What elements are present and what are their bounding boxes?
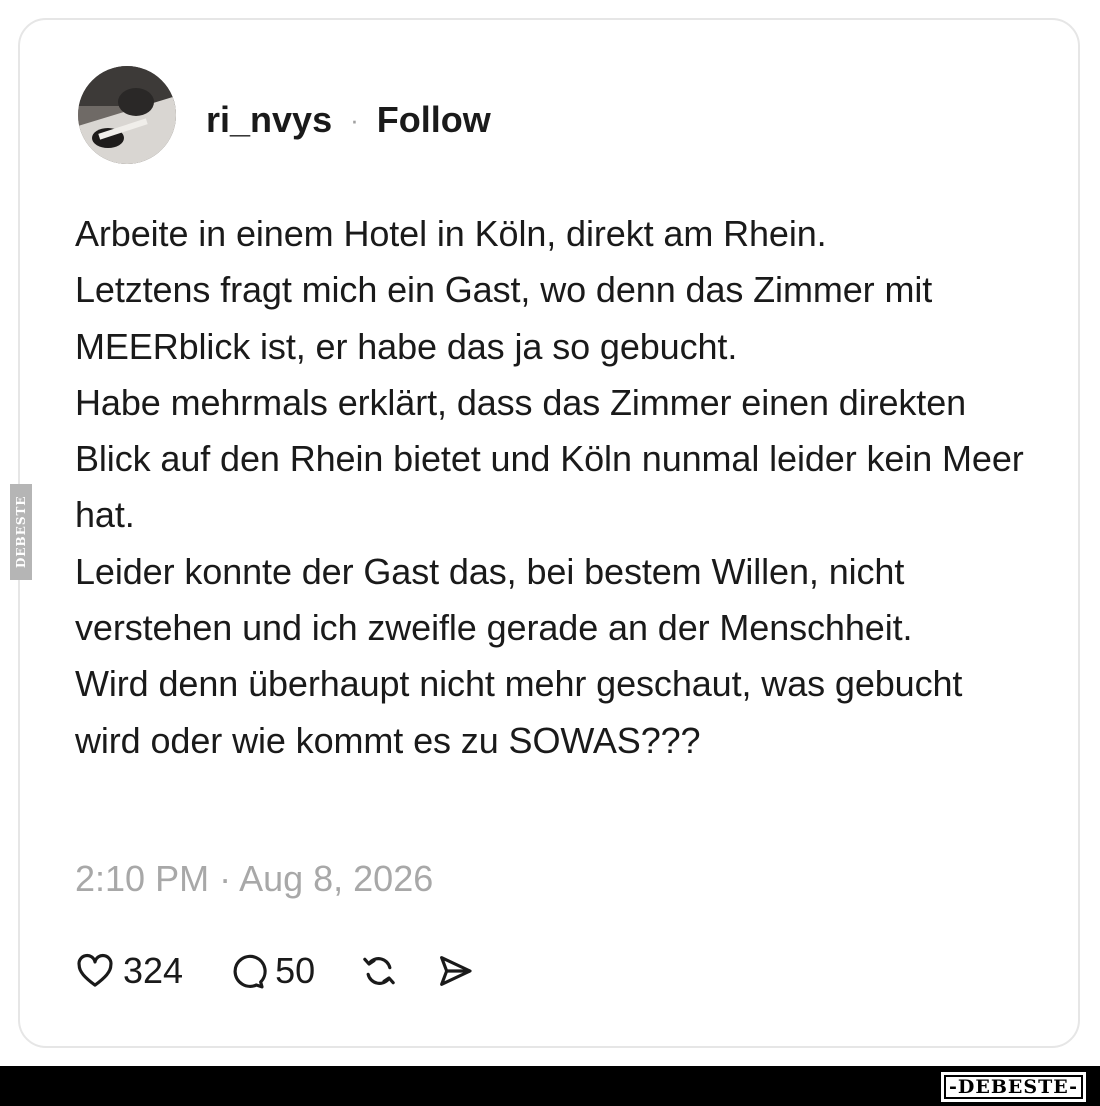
repost-icon [363,957,395,985]
footer-logo: -DEBESTE- [941,1072,1086,1102]
post-card: ri_nvys · Follow Arbeite in einem Hotel … [18,18,1080,1048]
heart-icon [77,953,113,987]
username[interactable]: ri_nvys [206,99,332,141]
reply-button[interactable]: 50 [227,950,315,992]
post-timestamp: 2:10 PM · Aug 8, 2026 [75,858,434,899]
like-button[interactable]: 324 [75,950,183,992]
like-count: 324 [123,950,184,991]
post-header: ri_nvys · Follow [206,98,491,142]
avatar-photo [78,66,176,164]
comment-bubble-icon [233,954,267,989]
header-separator: · [350,104,359,135]
follow-button[interactable]: Follow [377,99,491,141]
reply-count: 50 [275,950,316,991]
post-body: Arbeite in einem Hotel in Köln, direkt a… [75,213,1024,761]
repost-button[interactable] [359,951,399,991]
side-watermark: DEBESTE [10,484,32,580]
share-button[interactable] [435,951,475,991]
footer-bar: -DEBESTE- [0,1066,1100,1106]
send-icon [440,956,472,986]
avatar[interactable] [78,66,176,164]
action-bar: 324 50 [75,946,475,996]
